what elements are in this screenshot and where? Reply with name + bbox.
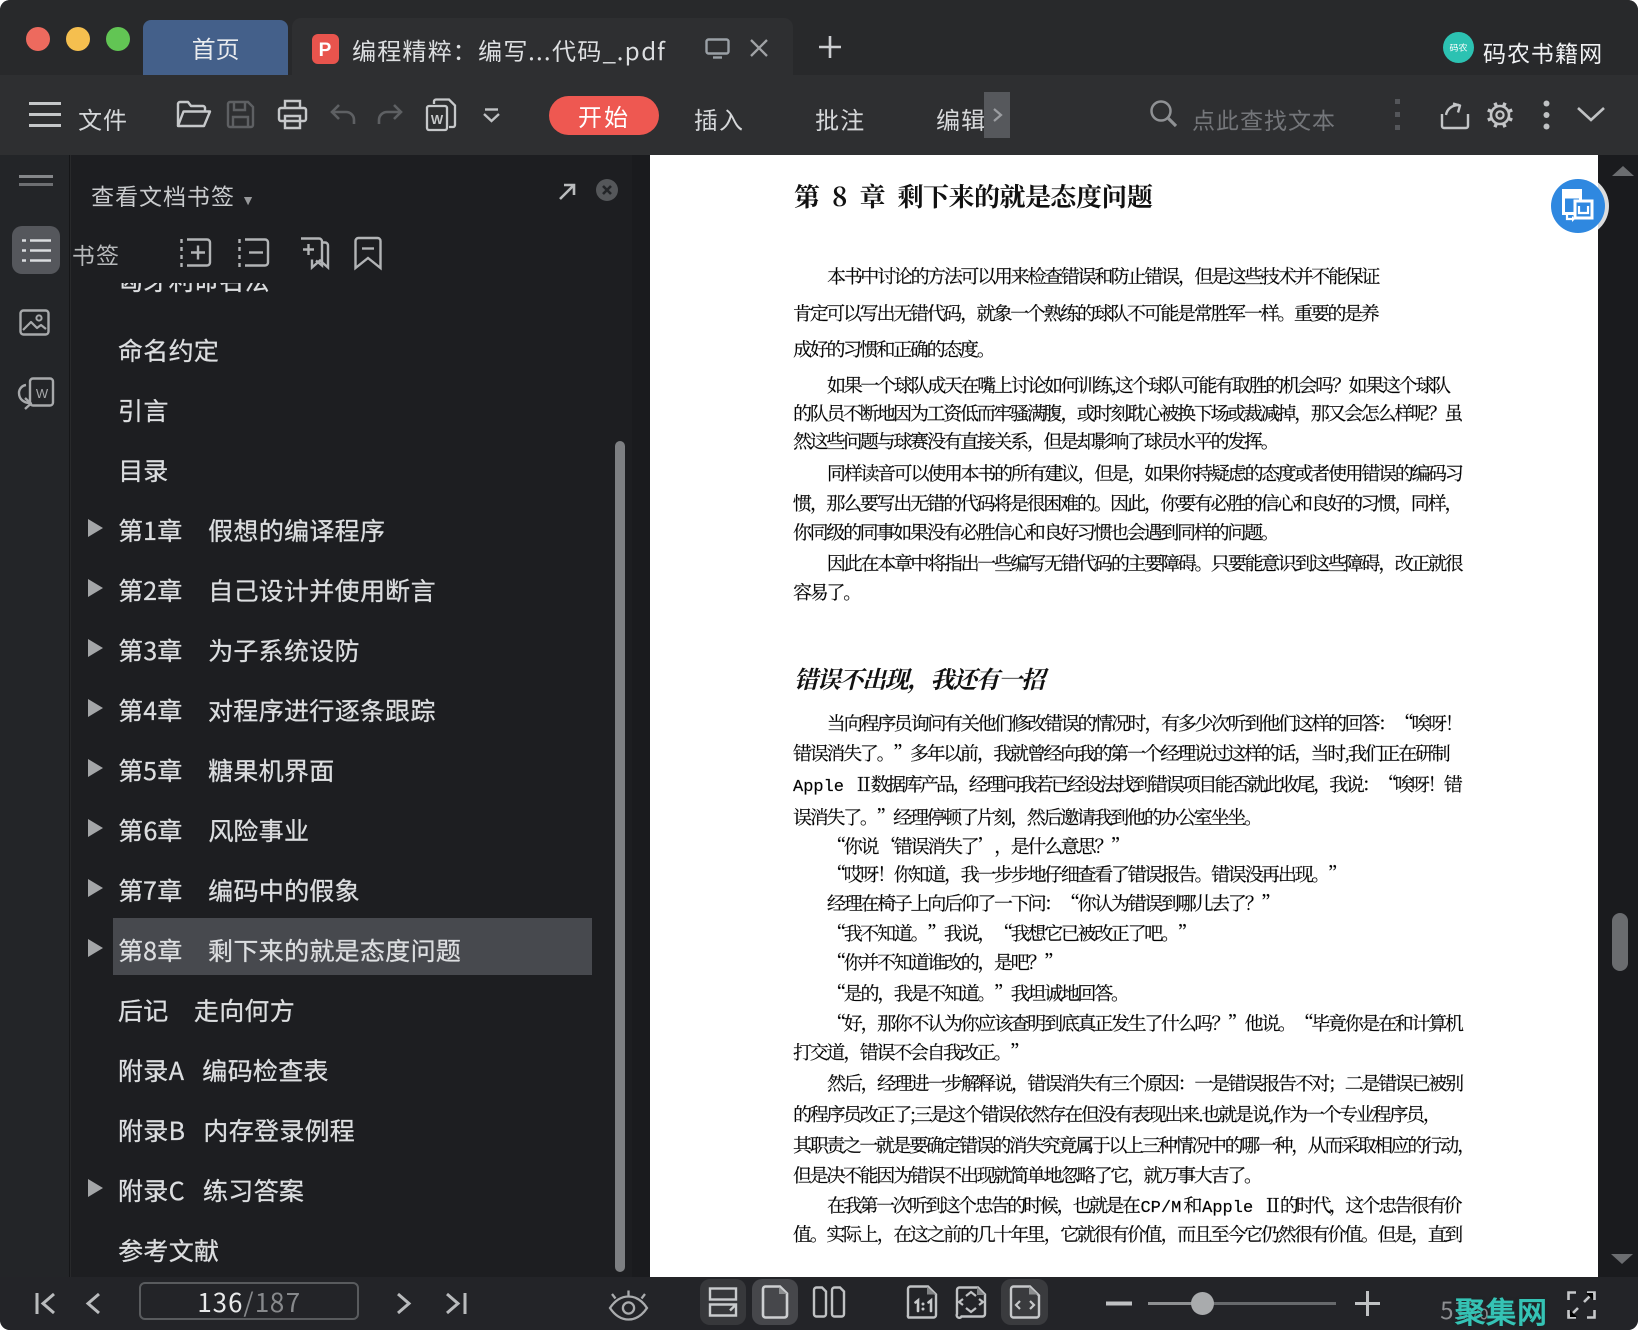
svg-text:W: W — [36, 386, 49, 401]
svg-text:P: P — [319, 40, 333, 61]
svg-text:W: W — [431, 112, 444, 127]
